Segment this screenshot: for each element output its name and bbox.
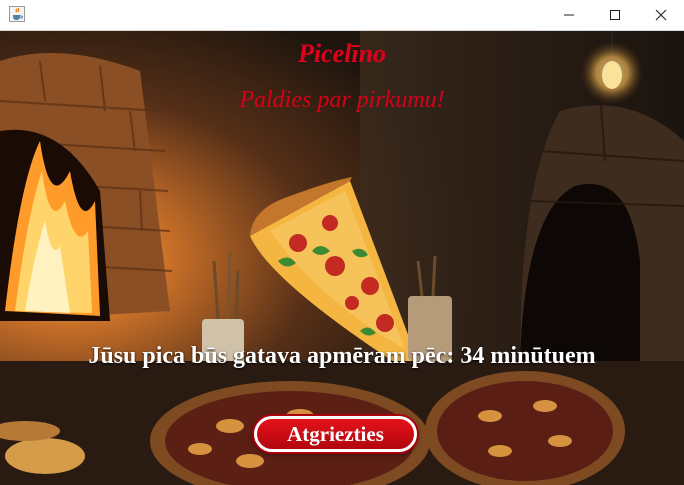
content-panel: Picelīno Paldies par pirkumu! Jūsu pica …: [0, 31, 684, 485]
close-icon: [655, 9, 667, 21]
thank-you-heading: Paldies par pirkumu!: [239, 87, 445, 113]
back-button[interactable]: Atgriezties: [254, 416, 417, 452]
window-titlebar: [0, 0, 684, 31]
close-button[interactable]: [638, 0, 684, 30]
maximize-button[interactable]: [592, 0, 638, 30]
maximize-icon: [610, 10, 620, 20]
ready-time-message: Jūsu pica būs gatava apmēram pēc: 34 min…: [88, 343, 596, 369]
minimize-icon: [564, 14, 574, 16]
minimize-button[interactable]: [546, 0, 592, 30]
java-cup-icon[interactable]: [9, 6, 25, 22]
brand-title: Picelīno: [297, 39, 387, 68]
